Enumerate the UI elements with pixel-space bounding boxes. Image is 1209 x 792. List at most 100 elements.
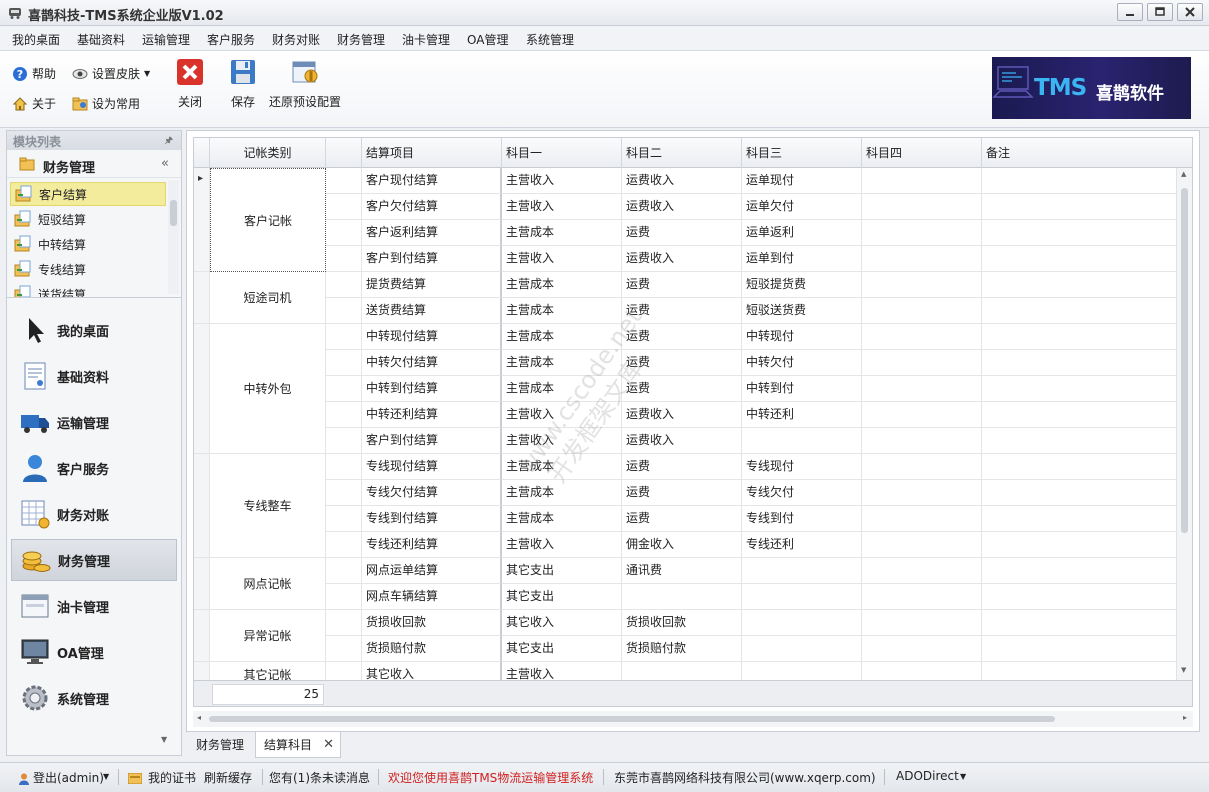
cell-subject2[interactable]: 通讯费 (622, 558, 742, 584)
pin-icon[interactable]: 🖈 (165, 133, 173, 149)
row-indicator[interactable] (194, 610, 210, 662)
nav-customer-service[interactable]: 客户服务 (11, 447, 177, 489)
cell-subject4[interactable] (862, 350, 982, 376)
table-row[interactable]: 专线还利结算 主营收入 佣金收入 专线还利 (194, 532, 1178, 558)
cell-subject1[interactable]: 主营成本 (502, 350, 622, 376)
minimize-button[interactable] (1117, 3, 1143, 21)
menu-customer-service[interactable]: 客户服务 (207, 31, 255, 48)
row-indicator[interactable] (194, 558, 210, 610)
cell-subject2[interactable]: 运费收入 (622, 246, 742, 272)
cell-subject1[interactable]: 主营成本 (502, 480, 622, 506)
cell-category[interactable]: 专线整车 (210, 454, 326, 558)
cell-subject4[interactable] (862, 168, 982, 194)
cell-remark[interactable] (982, 272, 1178, 298)
cell-item[interactable]: 送货费结算 (362, 298, 502, 324)
module-item-line-settle[interactable]: 专线结算 (10, 257, 166, 281)
cell-item[interactable]: 专线还利结算 (362, 532, 502, 558)
cell-subject2[interactable]: 运费收入 (622, 194, 742, 220)
cell-subject1[interactable]: 主营收入 (502, 428, 622, 454)
cell-item[interactable]: 货损收回款 (362, 610, 502, 636)
cell-subject2[interactable]: 货损收回款 (622, 610, 742, 636)
db-dropdown-icon[interactable]: ▼ (960, 772, 966, 781)
grid-vertical-scrollbar[interactable]: ▲ ▼ (1176, 168, 1192, 680)
set-common-button[interactable]: 设为常用 (72, 95, 140, 112)
cell-subject1[interactable]: 其它支出 (502, 584, 622, 610)
table-row[interactable]: 专线欠付结算 主营成本 运费 专线欠付 (194, 480, 1178, 506)
cell-subject3[interactable]: 中转欠付 (742, 350, 862, 376)
cell-subject4[interactable] (862, 376, 982, 402)
cell-subject3[interactable] (742, 428, 862, 454)
table-row[interactable]: 客户到付结算 主营收入 运费收入 (194, 428, 1178, 454)
scroll-right-icon[interactable]: ▸ (1183, 713, 1187, 722)
nav-fuel-card[interactable]: 油卡管理 (11, 585, 177, 627)
cell-subject4[interactable] (862, 584, 982, 610)
cell-subject4[interactable] (862, 636, 982, 662)
cell-subject3[interactable] (742, 636, 862, 662)
cell-subject2[interactable]: 运费 (622, 350, 742, 376)
cell-subject1[interactable]: 主营成本 (502, 324, 622, 350)
cell-item[interactable]: 客户返利结算 (362, 220, 502, 246)
header-remark[interactable]: 备注 (982, 138, 1192, 168)
cell-remark[interactable] (982, 324, 1178, 350)
unread-messages[interactable]: 您有(1)条未读消息 (269, 769, 370, 786)
cell-subject3[interactable]: 中转还利 (742, 402, 862, 428)
cell-remark[interactable] (982, 584, 1178, 610)
cell-remark[interactable] (982, 558, 1178, 584)
cell-subject1[interactable]: 主营成本 (502, 272, 622, 298)
vertical-scroll-thumb[interactable] (1181, 188, 1188, 533)
cell-category[interactable]: 短途司机 (210, 272, 326, 324)
cell-subject3[interactable]: 短驳送货费 (742, 298, 862, 324)
nav-transport[interactable]: 运输管理 (11, 401, 177, 443)
nav-more-icon[interactable]: ▼ (161, 735, 167, 744)
cell-remark[interactable] (982, 428, 1178, 454)
cell-item[interactable]: 中转欠付结算 (362, 350, 502, 376)
cell-subject1[interactable]: 主营收入 (502, 194, 622, 220)
cell-remark[interactable] (982, 636, 1178, 662)
cell-remark[interactable] (982, 168, 1178, 194)
cell-subject3[interactable]: 专线到付 (742, 506, 862, 532)
cell-subject1[interactable]: 其它支出 (502, 558, 622, 584)
module-item-short-settle[interactable]: 短驳结算 (10, 207, 166, 231)
cell-subject3[interactable]: 专线现付 (742, 454, 862, 480)
table-row[interactable]: 专线到付结算 主营成本 运费 专线到付 (194, 506, 1178, 532)
logout-dropdown-icon[interactable]: ▼ (103, 772, 109, 781)
cell-subject2[interactable]: 运费收入 (622, 402, 742, 428)
nav-reconcile[interactable]: 财务对账 (11, 493, 177, 535)
cell-subject1[interactable]: 主营成本 (502, 376, 622, 402)
cell-remark[interactable] (982, 220, 1178, 246)
cell-subject3[interactable]: 运单现付 (742, 168, 862, 194)
menu-finance[interactable]: 财务管理 (337, 31, 385, 48)
cell-subject4[interactable] (862, 324, 982, 350)
cell-remark[interactable] (982, 610, 1178, 636)
cell-subject1[interactable]: 主营收入 (502, 532, 622, 558)
cell-subject4[interactable] (862, 246, 982, 272)
cell-subject4[interactable] (862, 532, 982, 558)
cell-subject3[interactable]: 专线欠付 (742, 480, 862, 506)
cell-subject1[interactable]: 主营成本 (502, 454, 622, 480)
module-item-delivery-settle[interactable]: 送货结算 (10, 282, 166, 297)
cell-subject3[interactable]: 运单返利 (742, 220, 862, 246)
cell-subject3[interactable]: 运单欠付 (742, 194, 862, 220)
logout-button[interactable]: 登出(admin) (33, 769, 104, 786)
cell-subject2[interactable]: 运费 (622, 272, 742, 298)
skin-button[interactable]: 设置皮肤 ▼ (72, 65, 150, 82)
save-button[interactable]: 保存 (228, 57, 258, 110)
row-indicator[interactable] (194, 324, 210, 454)
cell-subject1[interactable]: 主营成本 (502, 506, 622, 532)
table-row[interactable]: 货损收回款 其它收入 货损收回款 (194, 610, 1178, 636)
cell-subject2[interactable]: 运费 (622, 506, 742, 532)
cell-category[interactable]: 异常记帐 (210, 610, 326, 662)
cell-subject4[interactable] (862, 194, 982, 220)
cell-item[interactable]: 网点车辆结算 (362, 584, 502, 610)
tab-finance[interactable]: 财务管理 (188, 732, 252, 758)
cell-subject3[interactable]: 运单到付 (742, 246, 862, 272)
row-indicator[interactable] (194, 454, 210, 558)
cell-subject3[interactable] (742, 610, 862, 636)
cell-subject4[interactable] (862, 454, 982, 480)
cell-item[interactable]: 客户欠付结算 (362, 194, 502, 220)
cell-subject4[interactable] (862, 558, 982, 584)
cell-category[interactable]: 网点记帐 (210, 558, 326, 610)
cell-subject3[interactable]: 短驳提货费 (742, 272, 862, 298)
cell-item[interactable]: 中转现付结算 (362, 324, 502, 350)
cell-remark[interactable] (982, 532, 1178, 558)
